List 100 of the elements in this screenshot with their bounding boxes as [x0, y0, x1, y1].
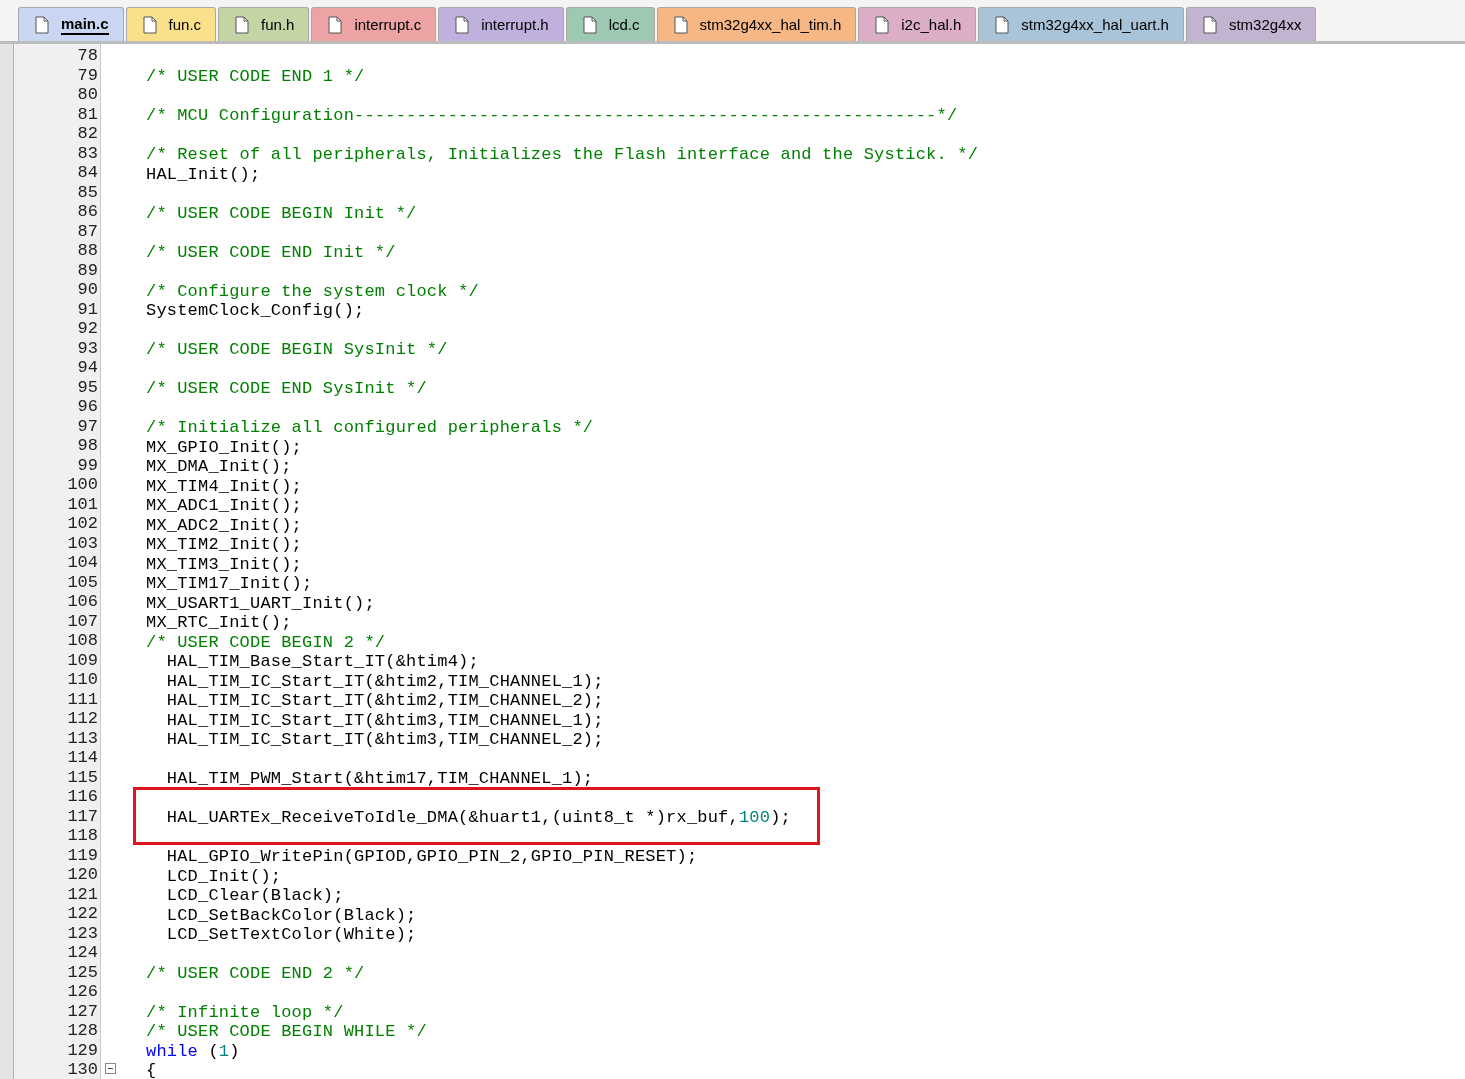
file-icon: [235, 15, 250, 34]
code-line: /* USER CODE BEGIN SysInit */: [146, 340, 448, 360]
line-number: 83: [77, 143, 98, 163]
code-line: /* Configure the system clock */: [146, 281, 479, 301]
code-line: HAL_Init();: [146, 164, 261, 184]
code-line: /* Reset of all peripherals, Initializes the Flash interface and the Systick. */: [146, 145, 979, 165]
line-number: 80: [77, 85, 98, 105]
line-number: 108: [67, 631, 98, 651]
line-number: 107: [67, 611, 98, 631]
code-line: MX_RTC_Init();: [146, 613, 292, 633]
line-number: 96: [77, 397, 98, 417]
file-tab[interactable]: lcd.c: [565, 7, 655, 41]
collapse-icon[interactable]: [105, 1063, 116, 1075]
line-number: 100: [67, 475, 98, 495]
line-number: 78: [77, 46, 98, 66]
code-line: MX_DMA_Init();: [146, 457, 292, 477]
code-line: MX_ADC1_Init();: [146, 496, 303, 516]
line-number: 98: [77, 436, 98, 456]
line-number: 93: [77, 338, 98, 358]
code-line: HAL_TIM_PWM_Start(&htim17,TIM_CHANNEL_1);: [165, 769, 594, 789]
line-number: 109: [67, 650, 98, 670]
file-tab[interactable]: stm32g4xx_hal_uart.h: [978, 7, 1184, 41]
line-number: 86: [77, 202, 98, 222]
code-line: LCD_Clear(Black);: [165, 886, 344, 906]
line-number: 87: [77, 221, 98, 241]
line-number: 128: [67, 1021, 98, 1041]
file-tab[interactable]: interrupt.h: [438, 7, 564, 41]
code-line: HAL_GPIO_WritePin(GPIOD,GPIO_PIN_2,GPIO_PIN_RESET);: [165, 847, 698, 867]
file-tab[interactable]: stm32g4xx: [1185, 7, 1317, 41]
code-line: MX_GPIO_Init();: [146, 437, 303, 457]
code-line: MX_USART1_UART_Init();: [146, 593, 375, 613]
file-tab[interactable]: i2c_hal.h: [858, 7, 977, 41]
code-line: /* USER CODE BEGIN Init */: [146, 203, 417, 223]
line-number: 112: [67, 709, 98, 729]
line-number: 125: [67, 962, 98, 982]
code-line: MX_ADC2_Init();: [146, 515, 303, 535]
code-line: /* USER CODE BEGIN WHILE */: [146, 1022, 427, 1042]
file-icon: [1202, 15, 1217, 34]
file-icon: [582, 15, 597, 34]
file-tab[interactable]: stm32g4xx_hal_tim.h: [656, 7, 857, 41]
code-line: HAL_TIM_Base_Start_IT(&htim4);: [165, 652, 479, 672]
line-number: 84: [77, 163, 98, 183]
line-number: 123: [67, 923, 98, 943]
code-line: /* Infinite loop */: [146, 1002, 344, 1022]
line-number: 110: [67, 670, 98, 690]
line-number: 120: [67, 865, 98, 885]
line-number: 116: [67, 787, 98, 807]
file-tab[interactable]: main.c: [18, 7, 124, 41]
file-icon: [875, 15, 890, 34]
line-number: 82: [77, 124, 98, 144]
line-number: 88: [77, 241, 98, 261]
line-number: 111: [67, 689, 98, 709]
code-line: HAL_TIM_IC_Start_IT(&htim3,TIM_CHANNEL_1);: [165, 710, 604, 730]
line-number: 115: [67, 767, 98, 787]
code-line: /* USER CODE END 1 */: [146, 67, 365, 87]
file-icon: [455, 15, 470, 34]
line-number: 92: [77, 319, 98, 339]
line-number: 119: [67, 845, 98, 865]
line-number: 101: [67, 494, 98, 514]
line-number: 113: [67, 728, 98, 748]
code-line: LCD_SetBackColor(Black);: [165, 905, 417, 925]
code-line: /* USER CODE END 2 */: [146, 964, 365, 983]
line-number: 89: [77, 260, 98, 280]
line-number: 91: [77, 299, 98, 319]
line-number: 106: [67, 592, 98, 612]
line-number: 104: [67, 553, 98, 573]
code-line: while (1): [146, 1041, 240, 1061]
file-icon: [673, 15, 688, 34]
code-line: LCD_Init();: [165, 866, 282, 886]
code-line: HAL_TIM_IC_Start_IT(&htim3,TIM_CHANNEL_2);: [165, 730, 604, 750]
code-line: MX_TIM4_Init();: [146, 476, 303, 496]
line-number: 122: [67, 904, 98, 924]
line-number: 114: [67, 748, 98, 768]
line-number: 102: [67, 514, 98, 534]
line-number: 94: [77, 358, 98, 378]
code-line: /* USER CODE BEGIN 2 */: [146, 632, 386, 652]
line-number: 117: [67, 806, 98, 826]
line-number: 121: [67, 884, 98, 904]
code-line: MX_TIM3_Init();: [146, 554, 303, 574]
line-number: 129: [67, 1040, 98, 1060]
line-number: 118: [67, 826, 98, 846]
code-line: /* Initialize all configured peripherals */: [146, 418, 594, 438]
code-line: /* USER CODE END Init */: [146, 242, 396, 262]
code-line: HAL_UARTEx_ReceiveToIdle_DMA(&huart1,(uint8_t *)rx_buf,100);: [165, 808, 791, 828]
code-line: LCD_SetTextColor(White);: [165, 925, 417, 945]
code-line: /* MCU Configuration--------------------------------------------------------*/: [146, 106, 958, 126]
line-number: 90: [77, 280, 98, 300]
file-tab[interactable]: fun.h: [218, 7, 310, 41]
file-icon: [995, 15, 1010, 34]
line-number: 95: [77, 377, 98, 397]
line-number: 97: [77, 416, 98, 436]
code-line: MX_TIM2_Init();: [146, 535, 303, 555]
code-line: {: [146, 1061, 157, 1079]
file-tab[interactable]: fun.c: [125, 7, 217, 41]
code-line: SystemClock_Config();: [146, 301, 365, 321]
line-number: 105: [67, 572, 98, 592]
file-tab[interactable]: interrupt.c: [311, 7, 437, 41]
file-icon: [328, 15, 343, 34]
file-icon: [142, 15, 157, 34]
line-number: 127: [67, 1001, 98, 1021]
